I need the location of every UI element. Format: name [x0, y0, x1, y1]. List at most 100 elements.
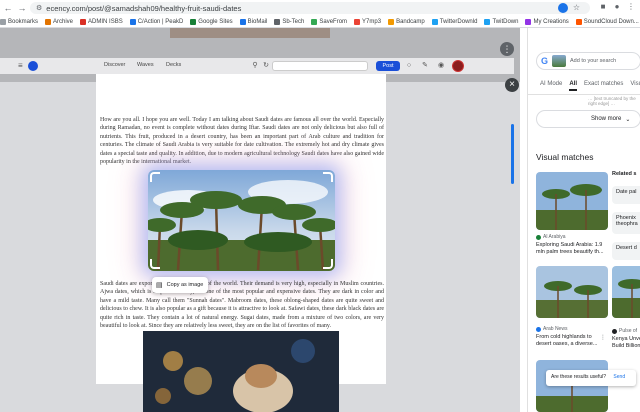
tab-ai-mode[interactable]: AI Mode	[540, 81, 562, 91]
palm-trees-image	[148, 170, 335, 271]
bookmark-label: Bandcamp	[396, 18, 425, 25]
tab-visual[interactable]: Visual	[630, 81, 640, 91]
bookmark-favicon-icon	[274, 18, 281, 25]
nav-decks[interactable]: Decks	[166, 62, 181, 68]
article-image-2	[143, 331, 339, 412]
site-info-icon[interactable]: ⚙	[36, 4, 42, 12]
prev-image-strip	[170, 28, 330, 38]
visual-match-source-3: Pulse of	[612, 328, 637, 334]
bookmark-item[interactable]: TwitterDownld	[431, 18, 478, 25]
visual-match-image-1[interactable]	[536, 172, 608, 230]
copy-image-icon: ▤	[156, 282, 163, 289]
refresh-icon[interactable]: ↻	[261, 61, 271, 71]
bookmark-item[interactable]: BioMail	[239, 18, 268, 25]
browser-toolbar: ← → ↻ ⚙ ecency.com/post/@samadshah09/hea…	[0, 0, 640, 16]
bookmarks-bar: Bookmarks Archive ADMIN ISBS C/Action | Pea…	[0, 16, 640, 28]
visual-match-title-3[interactable]: Kenya Unve Build Billion	[612, 336, 640, 350]
bookmark-label: TwitterDownld	[439, 18, 478, 25]
page-scrollbar[interactable]	[511, 124, 514, 184]
bookmark-item[interactable]: My Creations	[525, 18, 569, 25]
bookmark-item[interactable]: ADMIN ISBS	[80, 18, 123, 25]
selection-handle-tl[interactable]	[150, 172, 160, 182]
visual-match-image-4[interactable]	[536, 360, 608, 412]
bookmark-item[interactable]: C/Action | PeakD	[129, 18, 183, 25]
feedback-send-button[interactable]: Send	[613, 374, 625, 380]
visual-match-source-1: Al Arabiya	[536, 234, 566, 240]
lens-menu-icon[interactable]: ⋮	[500, 42, 514, 56]
bookmark-favicon-icon	[311, 18, 318, 25]
bookmark-favicon-icon	[525, 18, 532, 25]
bookmark-label: SoundCloud Down...	[583, 18, 639, 25]
selection-handle-br[interactable]	[323, 259, 333, 269]
related-chip-3[interactable]: Desert d	[612, 242, 640, 260]
search-icon[interactable]: ⚲	[250, 61, 260, 71]
copy-as-image-label: Copy as image	[166, 282, 204, 288]
tabs-divider	[528, 94, 640, 95]
bookmark-favicon-icon	[190, 18, 197, 25]
bookmark-favicon-icon	[45, 18, 52, 25]
bookmark-favicon-icon	[484, 18, 491, 25]
ecency-logo[interactable]	[28, 61, 38, 71]
extensions-icon[interactable]: ■	[598, 2, 608, 12]
lens-search-placeholder: Add to your search	[570, 58, 617, 64]
related-chip-2[interactable]: Phoenix theophra	[612, 212, 640, 234]
address-bar[interactable]: ⚙ ecency.com/post/@samadshah09/healthy-f…	[30, 2, 590, 14]
copy-as-image-button[interactable]: ▤ Copy as image	[152, 277, 208, 293]
visual-match-title-1[interactable]: Exploring Saudi Arabia: 1.9 mln palm tre…	[536, 242, 608, 256]
edit-icon[interactable]: ✎	[420, 61, 430, 71]
avatar[interactable]	[452, 60, 464, 72]
visual-match-title-2[interactable]: From cold highlands to desert oases, a d…	[536, 334, 602, 348]
bookmark-item[interactable]: Sb-Tech	[274, 18, 304, 25]
nav-discover[interactable]: Discover	[104, 62, 125, 68]
notifications-icon[interactable]: ◉	[436, 61, 446, 71]
show-more-button[interactable]: Show more ⌄	[536, 110, 640, 128]
bookmark-favicon-icon	[129, 18, 136, 25]
forward-icon[interactable]: →	[16, 2, 28, 14]
tab-all[interactable]: All	[569, 81, 578, 91]
back-icon[interactable]: ←	[2, 2, 14, 14]
bookmark-item[interactable]: TwitDown	[484, 18, 518, 25]
bookmark-label: Y7mp3	[362, 18, 382, 25]
site-search-input[interactable]	[272, 61, 368, 71]
lens-search-box[interactable]: G Add to your search	[536, 52, 640, 70]
more-vert-icon[interactable]: ⋮	[626, 2, 636, 12]
url-text: ecency.com/post/@samadshah09/healthy-fru…	[46, 3, 242, 13]
bookmark-item[interactable]: Y7mp3	[354, 18, 382, 25]
bookmark-star-icon[interactable]: ☆	[573, 3, 580, 12]
lens-icon[interactable]	[558, 3, 568, 13]
related-chip-1[interactable]: Date pal	[612, 186, 640, 204]
visual-match-image-3[interactable]	[612, 266, 640, 318]
bookmark-item[interactable]: SoundCloud Down...	[575, 18, 639, 25]
feedback-question: Are these results useful?	[551, 374, 607, 380]
visual-matches-title: Visual matches	[536, 152, 594, 162]
bookmark-item[interactable]: Bandcamp	[388, 18, 425, 25]
bookmark-label: BioMail	[247, 18, 268, 25]
bookmark-item[interactable]: Bookmarks	[0, 18, 38, 25]
bookmark-item[interactable]: SaveFrom	[311, 18, 347, 25]
profile-icon[interactable]: ●	[612, 2, 622, 12]
bookmark-label: Google Sites	[198, 18, 233, 25]
source-favicon-icon	[536, 234, 541, 240]
hamburger-icon[interactable]: ≡	[18, 61, 23, 70]
selection-handle-tr[interactable]	[323, 172, 333, 182]
nav-waves[interactable]: Waves	[137, 62, 154, 68]
screen: { "browser": { "url": "ecency.com/post/@…	[0, 0, 640, 412]
article-paragraph-1: How are you all. I hope you are well. To…	[100, 117, 384, 166]
tab-exact-matches[interactable]: Exact matches	[584, 81, 623, 91]
post-button[interactable]: Post	[376, 61, 400, 71]
bookmark-item[interactable]: Archive	[45, 18, 74, 25]
bookmark-label: My Creations	[533, 18, 569, 25]
selection-handle-bl[interactable]	[150, 259, 160, 269]
visual-match-image-2[interactable]	[536, 266, 608, 318]
related-searches-title: Related s	[612, 171, 637, 177]
chat-icon[interactable]: ○	[404, 61, 414, 71]
bookmark-favicon-icon	[239, 18, 246, 25]
bookmark-item[interactable]: Google Sites	[190, 18, 233, 25]
selected-image[interactable]	[148, 170, 335, 271]
selected-image-thumbnail[interactable]	[552, 55, 567, 67]
close-icon[interactable]: ×	[505, 78, 519, 92]
source-favicon-icon	[536, 326, 541, 332]
article-paragraph-2: Saudi dates are exported to many countri…	[100, 281, 384, 330]
bookmark-label: Archive	[53, 18, 74, 25]
more-options-icon[interactable]: ⋮	[600, 334, 606, 341]
